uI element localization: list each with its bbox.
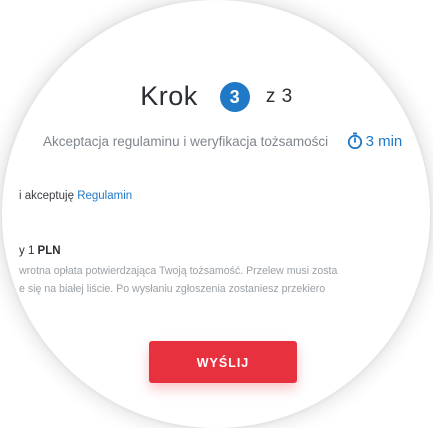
- step-subtitle: Akceptacja regulaminu i weryfikacja tożs…: [43, 133, 329, 149]
- magnifier-lens: Krok 3 z 3 Akceptacja regulaminu i weryf…: [2, 0, 430, 428]
- time-estimate: 3 min: [347, 132, 403, 150]
- step-number-badge: 3: [219, 81, 250, 112]
- step-total: z 3: [265, 85, 293, 107]
- submit-button[interactable]: WYŚLIJ: [149, 341, 297, 383]
- terms-acceptance[interactable]: i akceptuję Regulamin: [19, 190, 132, 202]
- fee-title-prefix: y 1: [19, 245, 35, 257]
- fee-description: wrotna opłata potwierdzająca Twoją tożsa…: [19, 262, 419, 298]
- form-content: Krok 3 z 3 Akceptacja regulaminu i weryf…: [2, 0, 430, 428]
- screenshot-stage: Krok 3 z 3 Akceptacja regulaminu i weryf…: [0, 0, 433, 428]
- fee-description-line: e się na białej liście. Po wysłaniu zgło…: [19, 283, 326, 295]
- fee-currency: PLN: [37, 245, 61, 257]
- step-subtitle-row: Akceptacja regulaminu i weryfikacja tożs…: [43, 132, 430, 154]
- fee-title: y 1 PLN: [19, 245, 61, 257]
- step-indicator: Krok 3 z 3: [2, 80, 430, 112]
- stopwatch-icon: [347, 132, 362, 150]
- step-label: Krok: [140, 81, 198, 112]
- terms-link[interactable]: Regulamin: [77, 190, 132, 202]
- time-estimate-text: 3 min: [365, 133, 403, 150]
- fee-description-line: wrotna opłata potwierdzająca Twoją tożsa…: [19, 265, 338, 277]
- terms-label: i akceptuję: [19, 190, 74, 202]
